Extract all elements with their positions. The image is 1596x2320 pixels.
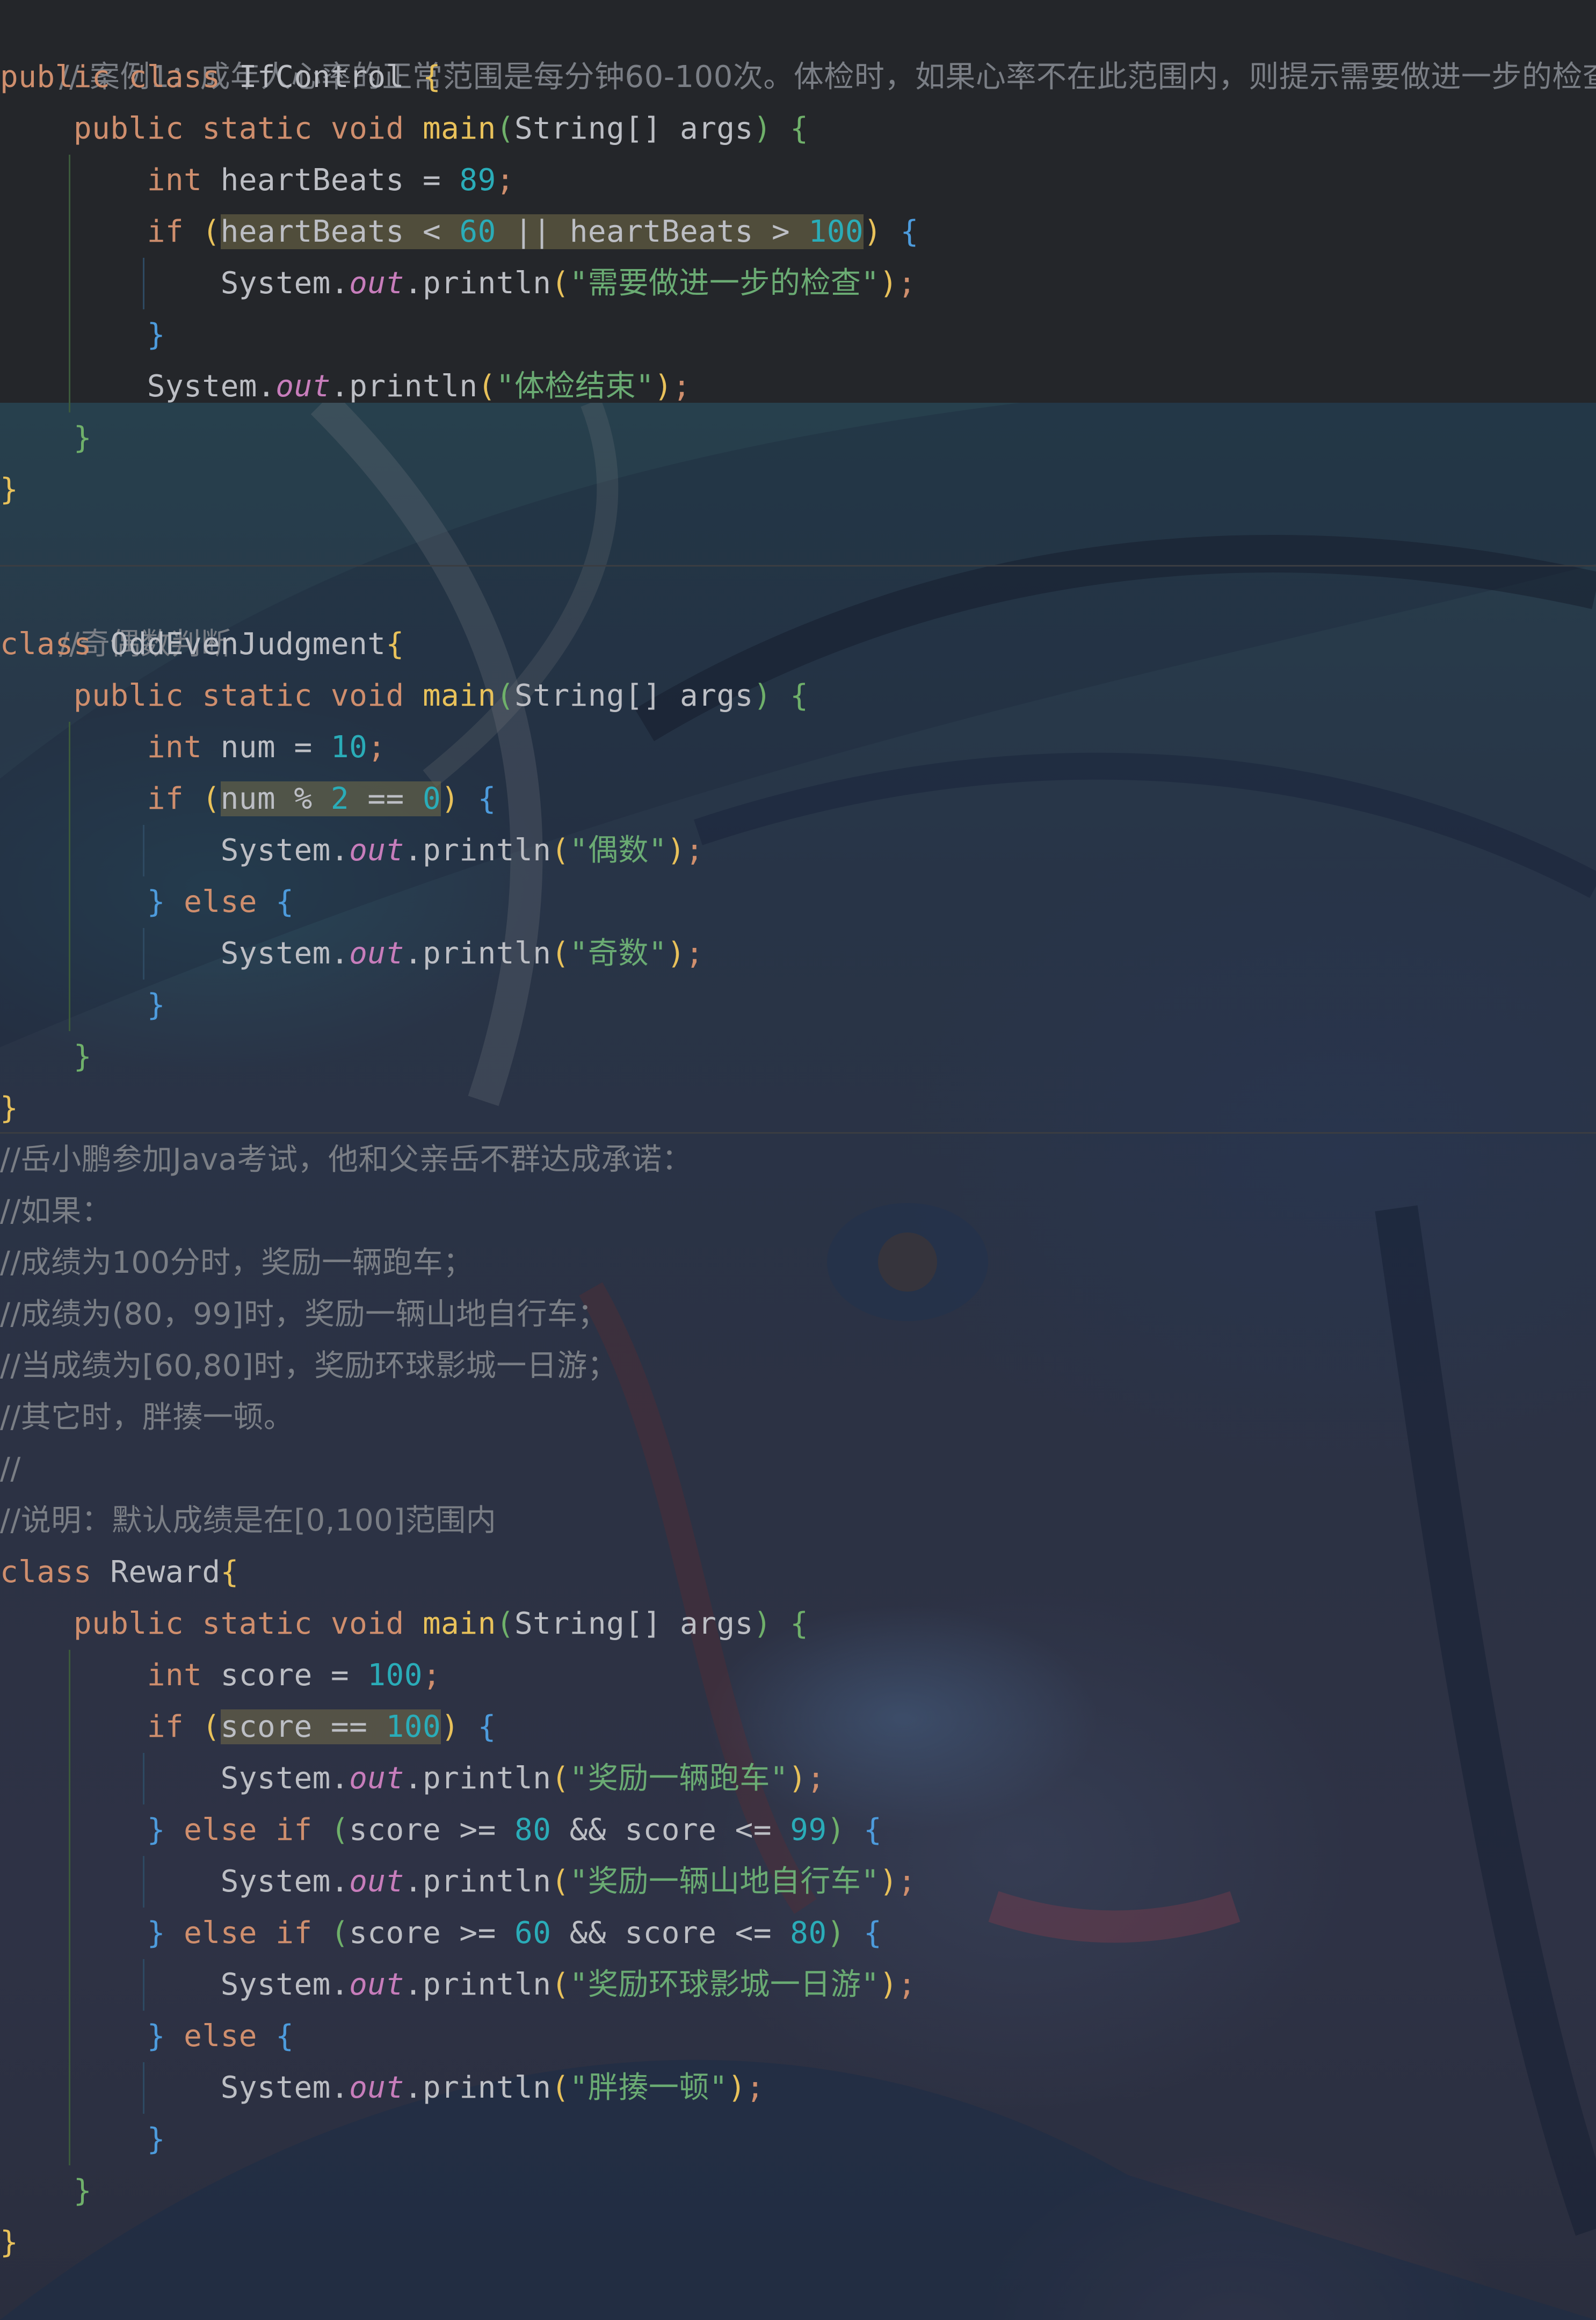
code-line: //说明：默认成绩是在[0,100]范围内 <box>0 1495 496 1547</box>
code-line: //岳小鹏参加Java考试，他和父亲岳不群达成承诺： <box>0 1134 692 1186</box>
code-line: } else { <box>147 2019 294 2054</box>
code-line: // <box>0 1444 21 1495</box>
comment-text: //如果： <box>0 1194 112 1229</box>
code-line: if (score == 100) { <box>147 1709 496 1744</box>
code-line: System.out.println("奖励环球影城一日游"); <box>0 1967 917 2002</box>
code-line: System.out.println("奖励一辆山地自行车"); <box>0 1864 917 1899</box>
code-line: } else if (score >= 60 && score <= 80) { <box>147 1916 882 1951</box>
code-line: } <box>73 1039 92 1074</box>
code-line: } <box>147 988 165 1023</box>
code-line: } <box>73 2173 92 2208</box>
code-line: if (num % 2 == 0) { <box>147 781 496 816</box>
comment-text: //岳小鹏参加Java考试，他和父亲岳不群达成承诺： <box>0 1142 693 1177</box>
code-line: System.out.println("偶数"); <box>0 833 704 868</box>
code-line: } else if (score >= 80 && score <= 99) { <box>147 1813 882 1847</box>
code-line: } <box>147 317 165 352</box>
code-line: System.out.println("奖励一辆跑车"); <box>0 1761 825 1796</box>
code-line: System.out.println("胖揍一顿"); <box>0 2070 765 2105</box>
method-separator <box>0 565 1596 567</box>
method-separator <box>0 1132 1596 1134</box>
code-line: } <box>147 2122 165 2157</box>
code-line: System.out.println("奇数"); <box>0 936 704 971</box>
code-line: //成绩为100分时，奖励一辆跑车； <box>0 1237 474 1289</box>
code-line: System.out.println("体检结束"); <box>0 369 691 404</box>
code-line: //当成绩为[60,80]时，奖励环球影城一日游； <box>0 1340 618 1392</box>
code-line: //其它时，胖揍一顿。 <box>0 1392 294 1444</box>
code-editor[interactable]: // 案例1：成年人心率的正常范围是每分钟60-100次。体检时，如果心率不在此… <box>0 0 1596 2320</box>
code-line: public static void main(String[] args) { <box>73 1606 809 1641</box>
code-line: class Reward{ <box>0 1555 239 1590</box>
code-line: // 案例1：成年人心率的正常范围是每分钟60-100次。体检时，如果心率不在此… <box>0 0 1596 95</box>
comment-text: //成绩为100分时，奖励一辆跑车； <box>0 1245 474 1280</box>
code-line: public static void main(String[] args) { <box>73 678 809 713</box>
code-line: } <box>0 472 19 507</box>
code-line: } else { <box>147 885 294 919</box>
code-line: if (heartBeats < 60 || heartBeats > 100)… <box>147 214 919 249</box>
code-line: class OddEvenJudgment{ <box>0 627 404 662</box>
code-line: int score = 100; <box>147 1658 441 1693</box>
comment-text: //成绩为(80，99]时，奖励一辆山地自行车； <box>0 1297 608 1332</box>
code-line: } <box>0 1091 19 1126</box>
comment-text: //当成绩为[60,80]时，奖励环球影城一日游； <box>0 1349 618 1383</box>
comment-text: // <box>0 1452 21 1487</box>
code-line: } <box>73 421 92 455</box>
code-line: //如果： <box>0 1186 112 1237</box>
code-line: public class IfControl { <box>0 60 441 95</box>
code-line: public static void main(String[] args) { <box>73 111 809 146</box>
code-line: //奇偶数判断 <box>0 567 231 662</box>
comment-text: //其它时，胖揍一顿。 <box>0 1400 294 1435</box>
code-line: } <box>0 2225 19 2260</box>
code-line: System.out.println("需要做进一步的检查"); <box>0 266 917 301</box>
code-line: int num = 10; <box>147 730 386 765</box>
code-line: //成绩为(80，99]时，奖励一辆山地自行车； <box>0 1289 608 1340</box>
comment-text: //说明：默认成绩是在[0,100]范围内 <box>0 1503 497 1538</box>
code-line: int heartBeats = 89; <box>147 163 515 198</box>
